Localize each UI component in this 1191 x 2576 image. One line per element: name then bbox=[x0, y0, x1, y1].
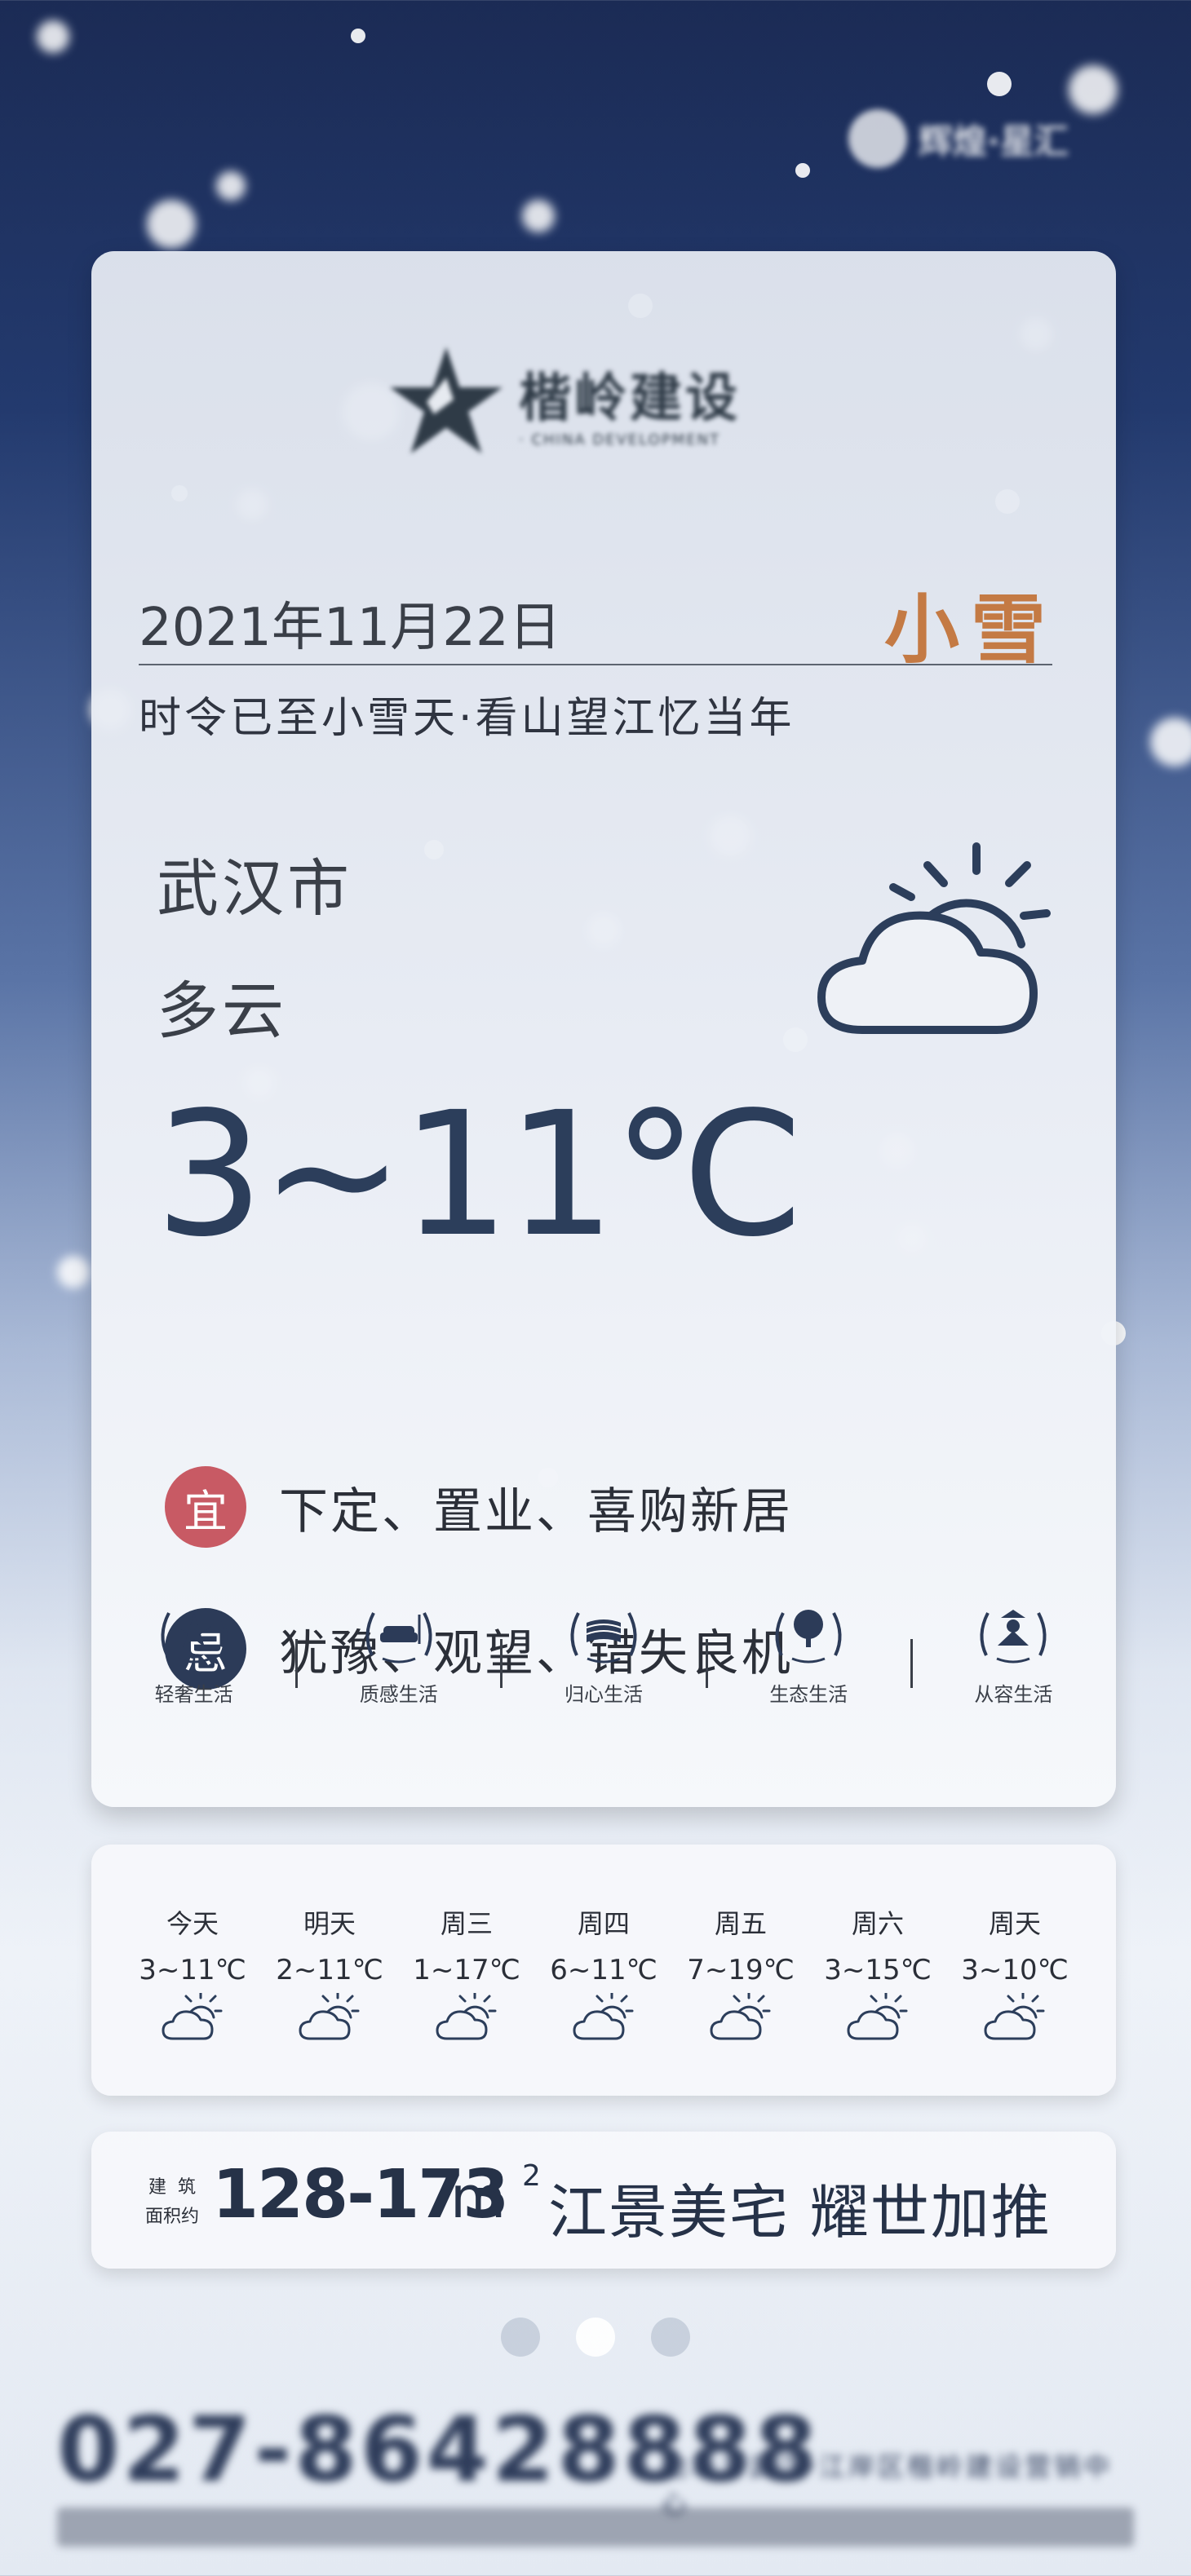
yi-text: 下定、置业、喜购新居 bbox=[279, 1482, 793, 1540]
advice-yi: 宜 下定、置业、喜购新居 bbox=[165, 1466, 793, 1548]
brand-logo-top: 辉煌·星汇 bbox=[848, 106, 1093, 171]
snowflake bbox=[37, 20, 69, 53]
snowflake bbox=[1150, 718, 1191, 767]
forecast-card: 今天 3~11℃ 明天 2~11℃ 周三 1~17℃ 周四 6~11℃ 周五 7~19℃ 周六 3~1… bbox=[91, 1845, 1116, 2096]
divider bbox=[139, 664, 1052, 665]
feature-item: 从容生活 bbox=[932, 1598, 1095, 1707]
area-label-line2: 面积约 bbox=[145, 2207, 200, 2227]
area-banner: 建筑 面积约 128-173 m 2 江景美宅 耀世加推 bbox=[91, 2132, 1116, 2269]
partly-cloudy-icon bbox=[984, 1993, 1045, 2040]
feature-item: 归心生活 bbox=[522, 1598, 685, 1707]
yi-badge: 宜 bbox=[165, 1466, 246, 1548]
forecast-day: 周天 3~10℃ bbox=[954, 1845, 1076, 2096]
snowflake bbox=[147, 200, 196, 249]
weather-card: 楷岭建设 · CHINA DEVELOPMENT 2021年11月22日 小雪 … bbox=[91, 251, 1116, 1807]
slogan: 时令已至小雪天·看山望江忆当年 bbox=[139, 694, 795, 743]
feature-separator bbox=[705, 1639, 708, 1688]
feature-item: 生态生活 bbox=[727, 1598, 890, 1707]
forecast-day: 周五 7~19℃ bbox=[680, 1845, 802, 2096]
area-unit: m bbox=[450, 2164, 507, 2231]
snowflake bbox=[57, 1256, 90, 1288]
forecast-temp: 3~15℃ bbox=[824, 1954, 932, 1986]
partly-cloudy-icon bbox=[817, 842, 1051, 1034]
area-unit-sup: 2 bbox=[522, 2159, 541, 2193]
forecast-temp: 7~19℃ bbox=[687, 1954, 795, 1986]
feature-list: 轻奢生活 质感生活 归心生活 生态生活 从容生活 bbox=[91, 1598, 1116, 1745]
feature-label: 轻奢生活 bbox=[154, 1683, 233, 1706]
forecast-day-label: 周四 bbox=[577, 1908, 630, 1939]
brand-mark-icon bbox=[848, 109, 907, 168]
snowflake bbox=[216, 171, 246, 201]
forecast-day-label: 周六 bbox=[851, 1908, 904, 1939]
forecast-day: 周四 6~11℃ bbox=[542, 1845, 665, 2096]
forecast-temp: 6~11℃ bbox=[550, 1954, 657, 1986]
weather-condition: 多云 bbox=[157, 974, 287, 1047]
feature-label: 生态生活 bbox=[769, 1683, 848, 1706]
person-laurel-icon bbox=[980, 1610, 1047, 1664]
date-text: 2021年11月22日 bbox=[139, 598, 561, 658]
forecast-temp: 2~11℃ bbox=[276, 1954, 383, 1986]
partly-cloudy-icon bbox=[847, 1993, 908, 2040]
area-label-line1: 建筑 bbox=[148, 2177, 208, 2198]
pager-dots bbox=[0, 2318, 1191, 2357]
partly-cloudy-icon bbox=[710, 1993, 771, 2040]
forecast-day-label: 今天 bbox=[166, 1908, 219, 1939]
feature-item: 质感生活 bbox=[317, 1598, 480, 1707]
forecast-day-label: 周三 bbox=[440, 1908, 493, 1939]
feature-label: 质感生活 bbox=[359, 1683, 438, 1706]
forecast-day: 周六 3~15℃ bbox=[817, 1845, 939, 2096]
forecast-day-label: 周五 bbox=[714, 1908, 767, 1939]
forecast-day: 明天 2~11℃ bbox=[268, 1845, 391, 2096]
developer-sub: · CHINA DEVELOPMENT bbox=[519, 431, 721, 448]
pager-dot[interactable] bbox=[651, 2318, 690, 2357]
feature-separator bbox=[295, 1639, 299, 1688]
forecast-day-label: 明天 bbox=[303, 1908, 356, 1939]
feature-label: 归心生活 bbox=[565, 1683, 643, 1706]
book-laurel-icon bbox=[570, 1612, 637, 1664]
partly-cloudy-icon bbox=[573, 1993, 634, 2040]
city-name: 武汉市 bbox=[157, 852, 352, 925]
developer-logo: 楷岭建设 · CHINA DEVELOPMENT bbox=[385, 341, 741, 463]
forecast-day-label: 周天 bbox=[988, 1908, 1041, 1939]
forecast-temp: 3~11℃ bbox=[139, 1954, 246, 1986]
star-logo-icon bbox=[390, 347, 503, 453]
forecast-temp: 3~10℃ bbox=[961, 1954, 1069, 1986]
tree-laurel-icon bbox=[775, 1610, 842, 1664]
area-tagline: 江景美宅 耀世加推 bbox=[548, 2178, 1052, 2247]
partly-cloudy-icon bbox=[162, 1993, 223, 2040]
feature-separator bbox=[910, 1639, 913, 1688]
temperature-range: 3~11℃ bbox=[155, 1075, 805, 1275]
developer-name: 楷岭建设 bbox=[519, 368, 741, 429]
sofa-laurel-icon bbox=[365, 1612, 432, 1664]
feature-item: 轻奢生活 bbox=[113, 1598, 276, 1707]
partly-cloudy-icon bbox=[436, 1993, 497, 2040]
snowflake bbox=[351, 29, 365, 43]
feature-label: 从容生活 bbox=[974, 1683, 1053, 1706]
snowflake bbox=[987, 72, 1012, 96]
pager-dot-active[interactable] bbox=[576, 2318, 615, 2357]
forecast-day: 周三 1~17℃ bbox=[405, 1845, 528, 2096]
brand-name-top: 辉煌·星汇 bbox=[919, 121, 1069, 161]
forecast-temp: 1~17℃ bbox=[413, 1954, 520, 1986]
solar-term: 小雪 bbox=[883, 586, 1057, 674]
footer-disclaimer-bar bbox=[57, 2508, 1134, 2547]
forecast-day: 今天 3~11℃ bbox=[131, 1845, 254, 2096]
feature-separator bbox=[500, 1639, 503, 1688]
pager-dot[interactable] bbox=[501, 2318, 540, 2357]
snowflake bbox=[795, 163, 810, 178]
star-laurel-icon bbox=[161, 1612, 228, 1664]
partly-cloudy-icon bbox=[299, 1993, 360, 2040]
snowflake bbox=[522, 200, 555, 232]
